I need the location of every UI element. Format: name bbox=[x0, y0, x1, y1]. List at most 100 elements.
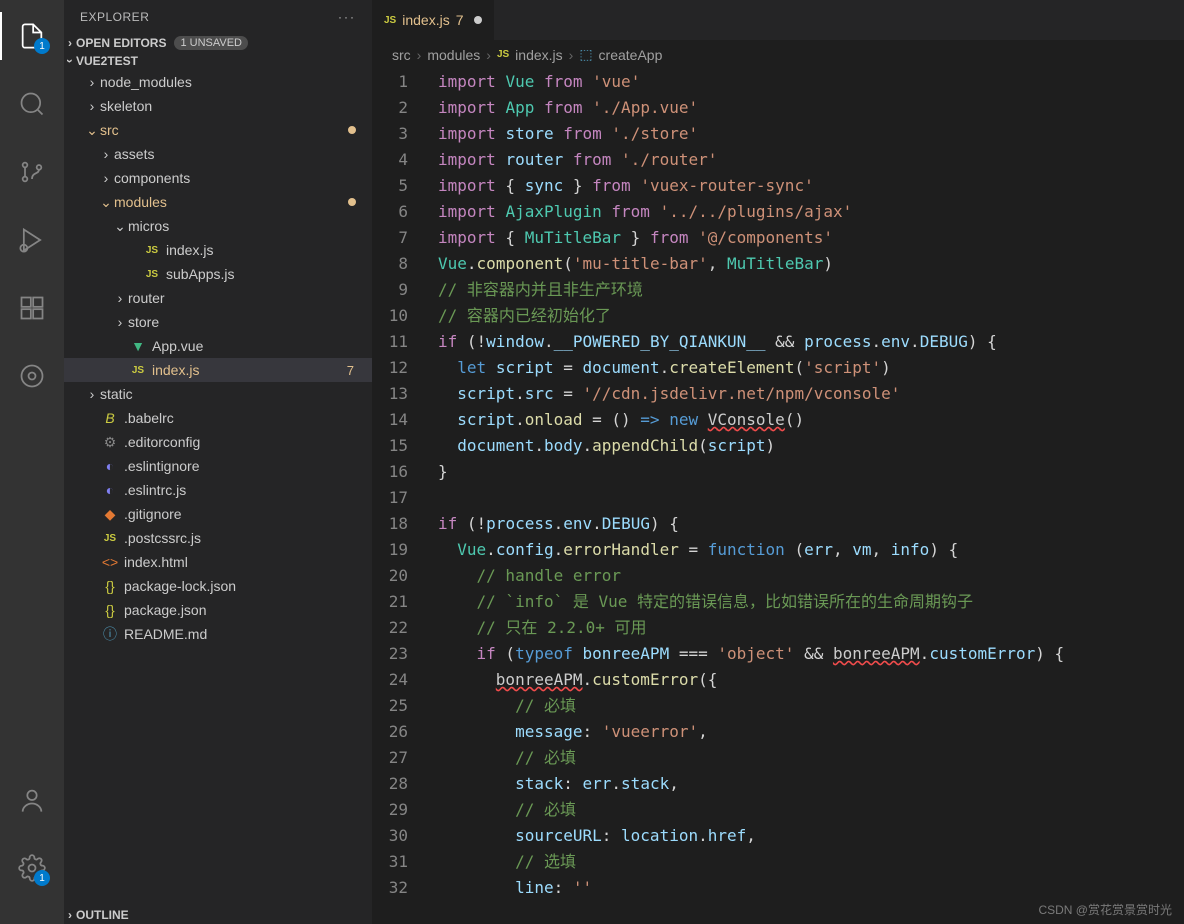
tree-item[interactable]: ⌄src bbox=[64, 118, 372, 142]
explorer-sidebar: EXPLORER ··· › OPEN EDITORS 1 UNSAVED › … bbox=[64, 0, 372, 924]
tree-item-label: router bbox=[128, 290, 364, 306]
modified-dot-icon bbox=[348, 198, 356, 206]
problems-count: 7 bbox=[347, 363, 354, 378]
branch-icon bbox=[18, 158, 46, 186]
json-icon: {} bbox=[100, 602, 120, 618]
tree-item[interactable]: {}package-lock.json bbox=[64, 574, 372, 598]
line-numbers: 1234567891011121314151617181920212223242… bbox=[372, 69, 432, 924]
files-badge: 1 bbox=[34, 38, 50, 54]
chevron-down-icon: ⌄ bbox=[98, 194, 114, 211]
vue-icon: ▼ bbox=[128, 338, 148, 354]
tree-item[interactable]: ›skeleton bbox=[64, 94, 372, 118]
project-section[interactable]: › VUE2TEST bbox=[64, 52, 372, 70]
tree-item[interactable]: JS subApps.js bbox=[64, 262, 372, 286]
dirty-indicator-icon bbox=[474, 16, 482, 24]
tree-item-label: skeleton bbox=[100, 98, 364, 114]
file-tree: ›node_modules›skeleton⌄src›assets›compon… bbox=[64, 70, 372, 906]
chevron-down-icon: ⌄ bbox=[84, 122, 100, 139]
tree-item[interactable]: ⓘREADME.md bbox=[64, 622, 372, 646]
breadcrumbs[interactable]: src › modules › JS index.js › ⬚ createAp… bbox=[372, 40, 1184, 69]
tab-index-js[interactable]: JS index.js 7 bbox=[372, 0, 495, 40]
chevron-down-icon: › bbox=[63, 59, 77, 63]
outline-section[interactable]: › OUTLINE bbox=[64, 906, 372, 924]
activity-bottom: 1 bbox=[8, 776, 56, 912]
search-icon bbox=[18, 90, 46, 118]
tree-item-label: assets bbox=[114, 146, 364, 162]
outline-label: OUTLINE bbox=[76, 908, 129, 922]
tree-item[interactable]: ⌄modules bbox=[64, 190, 372, 214]
chevron-right-icon: › bbox=[84, 98, 100, 114]
tree-item[interactable]: ◐.eslintignore bbox=[64, 454, 372, 478]
tree-item[interactable]: JSindex.js7 bbox=[64, 358, 372, 382]
tree-item-label: src bbox=[100, 122, 348, 138]
tabs: JS index.js 7 bbox=[372, 0, 1184, 40]
activity-account[interactable] bbox=[8, 776, 56, 824]
activity-scm[interactable] bbox=[8, 148, 56, 196]
extensions-icon bbox=[18, 294, 46, 322]
tree-item[interactable]: <>index.html bbox=[64, 550, 372, 574]
tree-item[interactable]: ›static bbox=[64, 382, 372, 406]
open-editors-section[interactable]: › OPEN EDITORS 1 UNSAVED bbox=[64, 34, 372, 52]
tree-item[interactable]: ›components bbox=[64, 166, 372, 190]
settings-badge: 1 bbox=[34, 870, 50, 886]
breadcrumb-item[interactable]: src bbox=[392, 47, 411, 63]
code-editor[interactable]: 1234567891011121314151617181920212223242… bbox=[372, 69, 1184, 924]
info-icon: ⓘ bbox=[100, 624, 120, 644]
tree-item[interactable]: JSindex.js bbox=[64, 238, 372, 262]
sidebar-more-icon[interactable]: ··· bbox=[338, 10, 356, 24]
tree-item-label: package.json bbox=[124, 602, 364, 618]
js-icon: JS bbox=[142, 269, 162, 280]
babel-icon: B bbox=[100, 410, 120, 426]
activity-debug[interactable] bbox=[8, 216, 56, 264]
chevron-right-icon: › bbox=[98, 170, 114, 186]
tree-item[interactable]: ▼App.vue bbox=[64, 334, 372, 358]
chevron-right-icon: › bbox=[98, 146, 114, 162]
tree-item-label: modules bbox=[114, 194, 348, 210]
tree-item[interactable]: JS .postcssrc.js bbox=[64, 526, 372, 550]
tree-item[interactable]: ›router bbox=[64, 286, 372, 310]
tree-item[interactable]: ◐.eslintrc.js bbox=[64, 478, 372, 502]
chevron-right-icon: › bbox=[84, 386, 100, 402]
js-icon: JS bbox=[128, 365, 148, 376]
js-icon: JS bbox=[142, 245, 162, 256]
tab-problems: 7 bbox=[456, 12, 464, 28]
tree-item-label: index.html bbox=[124, 554, 364, 570]
sidebar-title: EXPLORER bbox=[80, 10, 149, 24]
breadcrumb-item[interactable]: index.js bbox=[515, 47, 562, 63]
chevron-right-icon: › bbox=[569, 47, 574, 63]
breadcrumb-item[interactable]: createApp bbox=[599, 47, 663, 63]
breadcrumb-item[interactable]: modules bbox=[427, 47, 480, 63]
tree-item[interactable]: ◆.gitignore bbox=[64, 502, 372, 526]
tree-item-label: package-lock.json bbox=[124, 578, 364, 594]
sidebar-header: EXPLORER ··· bbox=[64, 0, 372, 34]
activity-settings[interactable]: 1 bbox=[8, 844, 56, 892]
tree-item-label: subApps.js bbox=[166, 266, 364, 282]
tree-item-label: .babelrc bbox=[124, 410, 364, 426]
activity-remote[interactable] bbox=[8, 352, 56, 400]
tree-item-label: store bbox=[128, 314, 364, 330]
activity-explorer[interactable]: 1 bbox=[8, 12, 56, 60]
tree-item[interactable]: ›node_modules bbox=[64, 70, 372, 94]
js-icon: JS bbox=[100, 533, 120, 544]
tree-item[interactable]: B.babelrc bbox=[64, 406, 372, 430]
activity-search[interactable] bbox=[8, 80, 56, 128]
js-icon: JS bbox=[497, 49, 509, 60]
tree-item[interactable]: {}package.json bbox=[64, 598, 372, 622]
git-icon: ◆ bbox=[100, 506, 120, 523]
tree-item[interactable]: ›store bbox=[64, 310, 372, 334]
symbol-icon: ⬚ bbox=[579, 46, 592, 63]
unsaved-badge: 1 UNSAVED bbox=[174, 36, 248, 50]
tree-item[interactable]: ⚙.editorconfig bbox=[64, 430, 372, 454]
editor-area: JS index.js 7 src › modules › JS index.j… bbox=[372, 0, 1184, 924]
tree-item-label: .postcssrc.js bbox=[124, 530, 364, 546]
js-icon: JS bbox=[384, 15, 396, 26]
activity-extensions[interactable] bbox=[8, 284, 56, 332]
tree-item[interactable]: ⌄micros bbox=[64, 214, 372, 238]
chevron-right-icon: › bbox=[68, 36, 72, 50]
tree-item-label: static bbox=[100, 386, 364, 402]
chevron-right-icon: › bbox=[417, 47, 422, 63]
debug-icon bbox=[18, 226, 46, 254]
code-content[interactable]: import Vue from 'vue'import App from './… bbox=[432, 69, 1184, 924]
eslint-icon: ◐ bbox=[100, 482, 120, 498]
tree-item[interactable]: ›assets bbox=[64, 142, 372, 166]
